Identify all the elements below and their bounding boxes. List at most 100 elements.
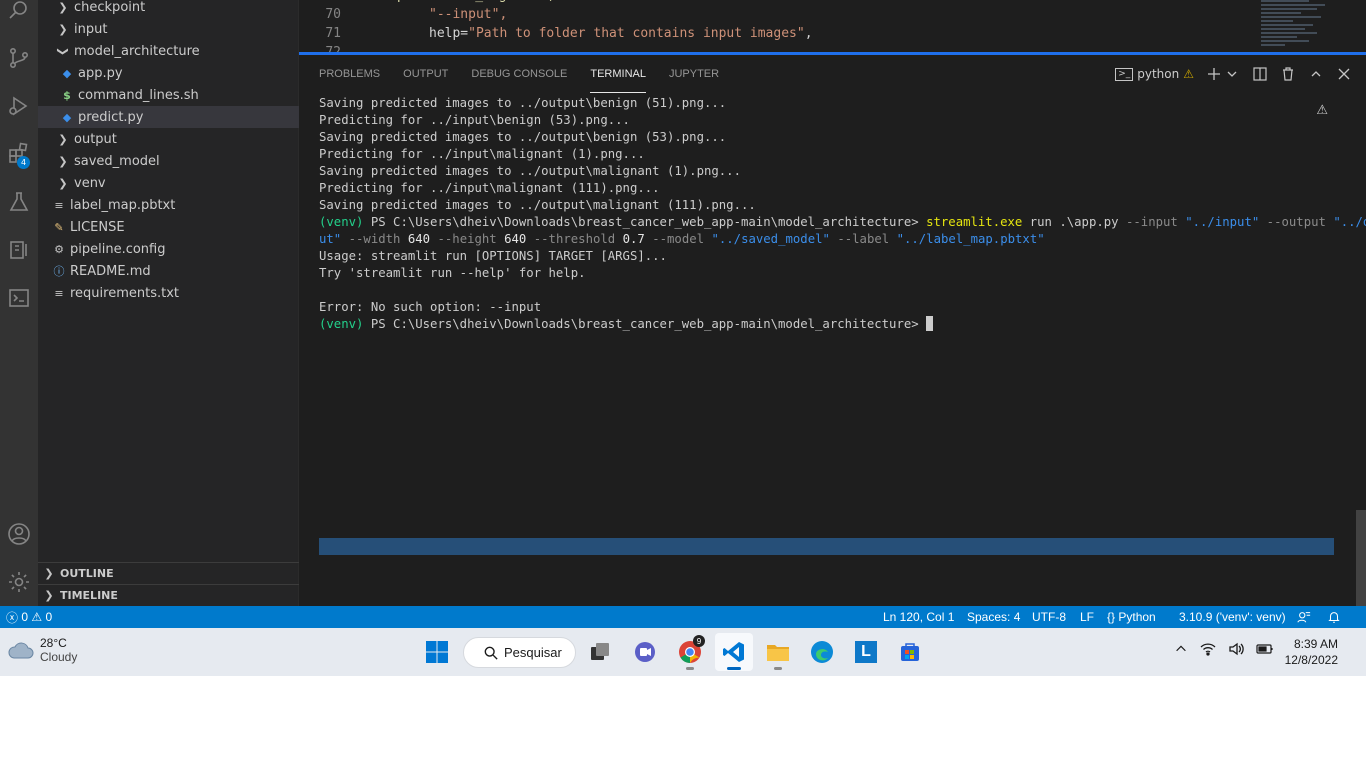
taskbar-search[interactable]: Pesquisar bbox=[463, 637, 576, 668]
error-icon: ⓧ bbox=[6, 610, 19, 625]
chevron-right-icon: ❯ bbox=[58, 132, 68, 146]
chevron-right-icon: ❯ bbox=[44, 567, 54, 580]
volume-icon[interactable] bbox=[1228, 642, 1244, 659]
new-terminal-plus-icon[interactable] bbox=[1206, 66, 1222, 82]
cursor-position[interactable]: Ln 120, Col 1 bbox=[883, 606, 954, 628]
terminal-error-line: Error: No such option: --input bbox=[319, 300, 542, 314]
language-mode[interactable]: {} Python bbox=[1107, 606, 1156, 628]
selection-highlight bbox=[319, 538, 1334, 555]
extensions-icon[interactable]: 4 bbox=[0, 132, 38, 176]
indentation-status[interactable]: Spaces: 4 bbox=[967, 606, 1020, 628]
windows-taskbar: 28°C Cloudy Pesquisar 9 L 8:39 AM 12/8/2… bbox=[0, 628, 1366, 676]
python-interpreter[interactable]: 3.10.9 ('venv': venv) bbox=[1179, 606, 1286, 628]
clock[interactable]: 8:39 AM 12/8/2022 bbox=[1280, 636, 1338, 668]
chrome-notification-badge: 9 bbox=[693, 635, 705, 647]
explorer-sidebar: ❯ checkpoint ❯ input ❯ model_architectur… bbox=[38, 0, 299, 606]
braces-icon: {} bbox=[1107, 610, 1116, 624]
tree-item-requirements[interactable]: ≡ requirements.txt bbox=[38, 282, 299, 304]
tree-item-saved-model[interactable]: ❯ saved_model bbox=[38, 150, 299, 172]
warning-icon: ⚠ bbox=[1183, 67, 1194, 81]
timeline-section-header[interactable]: ❯ TIMELINE bbox=[38, 584, 299, 606]
activity-bar: 4 bbox=[0, 0, 38, 606]
tab-terminal[interactable]: TERMINAL bbox=[590, 55, 646, 93]
panel-tabs: PROBLEMS OUTPUT DEBUG CONSOLE TERMINAL J… bbox=[319, 55, 742, 93]
chevron-right-icon: ❯ bbox=[58, 154, 68, 168]
terminal-scrollbar[interactable] bbox=[1356, 510, 1366, 606]
tree-item-pipeline-config[interactable]: ⚙ pipeline.config bbox=[38, 238, 299, 260]
tree-item-label-map[interactable]: ≡ label_map.pbtxt bbox=[38, 194, 299, 216]
python-file-icon: ◆ bbox=[62, 110, 72, 124]
status-bar: ⓧ 0 ⚠ 0 Ln 120, Col 1 Spaces: 4 UTF-8 LF… bbox=[0, 606, 1366, 628]
wifi-icon[interactable] bbox=[1200, 642, 1216, 659]
shell-file-icon: $ bbox=[63, 88, 71, 102]
bottom-panel: PROBLEMS OUTPUT DEBUG CONSOLE TERMINAL J… bbox=[299, 52, 1366, 606]
terminal-cursor bbox=[926, 316, 934, 331]
l-app-icon[interactable]: L bbox=[847, 633, 885, 671]
maximize-panel-chevron-up-icon[interactable] bbox=[1308, 66, 1324, 82]
minimap[interactable] bbox=[1261, 0, 1341, 52]
tree-item-input[interactable]: ❯ input bbox=[38, 18, 299, 40]
battery-icon[interactable] bbox=[1256, 643, 1274, 658]
account-icon[interactable] bbox=[0, 512, 38, 556]
tree-item-predict-py[interactable]: ◆ predict.py bbox=[38, 106, 299, 128]
remote-explorer-icon[interactable] bbox=[0, 228, 38, 272]
text-file-icon: ≡ bbox=[54, 198, 64, 212]
tab-problems[interactable]: PROBLEMS bbox=[319, 55, 380, 93]
terminal-selector[interactable]: >_ python ⚠ bbox=[1115, 67, 1194, 81]
terminal-icon[interactable] bbox=[0, 276, 38, 320]
close-panel-icon[interactable] bbox=[1336, 66, 1352, 82]
task-view-icon[interactable] bbox=[581, 633, 619, 671]
terminal-command-line-wrap: ut" --width 640 --height 640 --threshold… bbox=[319, 232, 1045, 246]
terminal-line: Predicting for ../input\malignant (1).pn… bbox=[319, 147, 645, 161]
panel-actions: >_ python ⚠ bbox=[1115, 55, 1352, 93]
notifications-bell-icon[interactable] bbox=[1327, 606, 1341, 628]
tree-item-output[interactable]: ❯ output bbox=[38, 128, 299, 150]
tab-jupyter[interactable]: JUPYTER bbox=[669, 55, 719, 93]
terminal-line: Saving predicted images to ../output\ben… bbox=[319, 130, 727, 144]
settings-gear-icon[interactable] bbox=[0, 560, 38, 604]
line-number: 71 bbox=[325, 26, 341, 41]
feedback-icon[interactable] bbox=[1297, 606, 1311, 628]
tree-item-license[interactable]: ✎ LICENSE bbox=[38, 216, 299, 238]
terminal-line: Saving predicted images to ../output\mal… bbox=[319, 198, 756, 212]
tab-output[interactable]: OUTPUT bbox=[403, 55, 448, 93]
tree-item-model-architecture[interactable]: ❯ model_architecture bbox=[38, 40, 299, 62]
line-number: 70 bbox=[325, 7, 341, 22]
tab-debug-console[interactable]: DEBUG CONSOLE bbox=[471, 55, 567, 93]
run-debug-icon[interactable] bbox=[0, 84, 38, 128]
file-explorer-folder-icon[interactable] bbox=[759, 633, 797, 671]
chrome-icon[interactable]: 9 bbox=[671, 633, 709, 671]
tree-item-checkpoint[interactable]: ❯ checkpoint bbox=[38, 0, 299, 18]
tree-item-venv[interactable]: ❯ venv bbox=[38, 172, 299, 194]
chevron-right-icon: ❯ bbox=[58, 22, 68, 36]
eol-status[interactable]: LF bbox=[1080, 606, 1094, 628]
testing-icon[interactable] bbox=[0, 180, 38, 224]
weather-widget[interactable]: 28°C Cloudy bbox=[8, 636, 77, 664]
tree-item-app-py[interactable]: ◆ app.py bbox=[38, 62, 299, 84]
terminal-line: Predicting for ../input\benign (53).png.… bbox=[319, 113, 630, 127]
problems-status[interactable]: ⓧ 0 ⚠ 0 bbox=[6, 606, 52, 628]
chevron-right-icon: ❯ bbox=[58, 176, 68, 190]
outline-section-header[interactable]: ❯ OUTLINE bbox=[38, 562, 299, 584]
trash-icon[interactable] bbox=[1280, 66, 1296, 82]
system-tray bbox=[1174, 642, 1274, 659]
tree-item-command-lines-sh[interactable]: $ command_lines.sh bbox=[38, 84, 299, 106]
terminal-line: Predicting for ../input\malignant (111).… bbox=[319, 181, 660, 195]
edge-browser-icon[interactable] bbox=[803, 633, 841, 671]
encoding-status[interactable]: UTF-8 bbox=[1032, 606, 1066, 628]
search-icon[interactable] bbox=[0, 0, 38, 32]
tree-item-readme[interactable]: ⓘ README.md bbox=[38, 260, 299, 282]
teams-chat-icon[interactable] bbox=[626, 633, 664, 671]
code-editor[interactable]: 69 parser.add_argument( 70 "--input", 71… bbox=[299, 0, 1366, 52]
split-terminal-icon[interactable] bbox=[1252, 66, 1268, 82]
chevron-up-icon[interactable] bbox=[1174, 642, 1188, 659]
microsoft-store-icon[interactable] bbox=[891, 633, 929, 671]
terminal-output[interactable]: Saving predicted images to ../output\ben… bbox=[319, 95, 1366, 333]
start-button-windows-icon[interactable] bbox=[418, 633, 456, 671]
vscode-icon[interactable] bbox=[715, 633, 753, 671]
source-control-icon[interactable] bbox=[0, 36, 38, 80]
cloud-icon bbox=[8, 642, 34, 659]
chevron-down-icon[interactable] bbox=[1224, 66, 1240, 82]
config-gear-icon: ⚙ bbox=[54, 242, 64, 256]
